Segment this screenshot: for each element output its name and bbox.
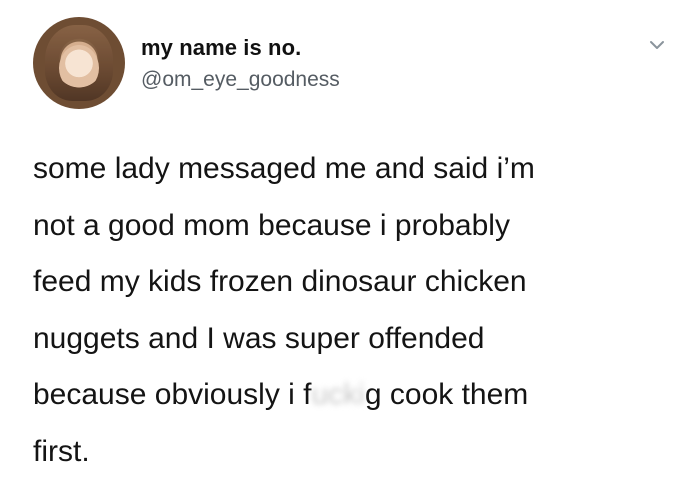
display-name[interactable]: my name is no. — [141, 35, 301, 61]
tweet-text-line: because obviously i fuckig cook them — [33, 367, 683, 424]
censored-word: ucki — [312, 367, 365, 424]
chevron-down-icon[interactable] — [648, 36, 666, 54]
tweet-text-line: some lady messaged me and said i’m — [33, 141, 683, 198]
tweet-text-line: not a good mom because i probably — [33, 198, 683, 255]
tweet-text-segment: g cook them — [365, 378, 528, 411]
tweet-text-line: feed my kids frozen dinosaur chicken — [33, 254, 683, 311]
tweet-text-segment: because obviously i f — [33, 378, 312, 411]
tweet-card: my name is no. @om_eye_goodness some lad… — [0, 0, 700, 472]
tweet-text-line: nuggets and I was super offended — [33, 311, 683, 368]
tweet-text: some lady messaged me and said i’m not a… — [33, 141, 683, 480]
avatar[interactable] — [33, 17, 125, 109]
user-handle[interactable]: @om_eye_goodness — [141, 68, 340, 92]
